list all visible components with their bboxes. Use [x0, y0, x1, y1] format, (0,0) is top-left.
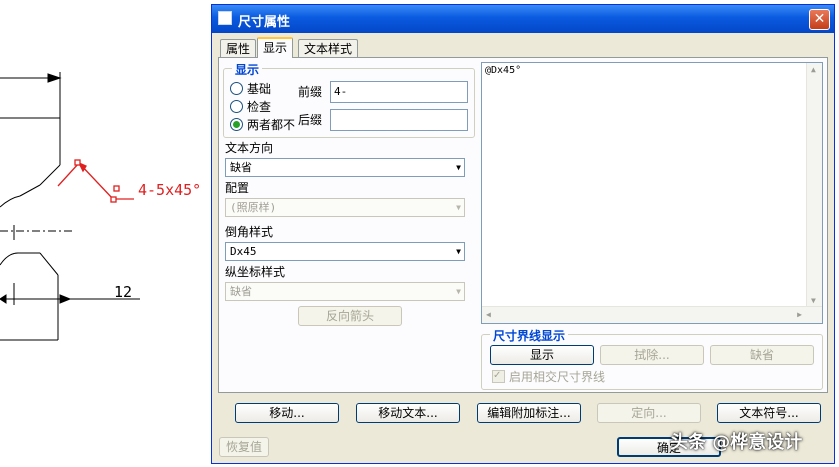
show-witness-button[interactable]: 显示	[490, 345, 594, 365]
edit-attached-note-button[interactable]: 编辑附加标注...	[477, 403, 581, 423]
scroll-up-icon[interactable]: ▲	[811, 65, 816, 74]
radio-neither-button[interactable]	[230, 118, 243, 131]
close-icon: ✕	[813, 11, 826, 27]
display-tab-panel: 显示 基础 检查 两者都不 前缀 4- 后缀 文本方向 缺省 ▼ 配置 (照原样…	[218, 57, 828, 393]
ordinate-style-value: 缺省	[230, 285, 252, 298]
radio-basic[interactable]: 基础	[230, 81, 271, 97]
configuration-select[interactable]: (照原样) ▼	[225, 198, 465, 217]
chamfer-note-text[interactable]: 4-5x45°	[138, 181, 201, 199]
app-window-icon	[218, 11, 232, 25]
default-witness-button[interactable]: 缺省	[710, 345, 814, 365]
radio-neither-label: 两者都不	[247, 118, 296, 132]
cad-drawing-canvas: 4-5x45° 12	[0, 72, 201, 341]
radio-inspect-button[interactable]	[230, 100, 243, 113]
orient-button[interactable]: 定向...	[597, 403, 701, 423]
radio-basic-label: 基础	[247, 82, 272, 96]
scroll-left-icon[interactable]: ◀	[486, 310, 491, 319]
text-symbol-button[interactable]: 文本符号...	[717, 403, 821, 423]
chamfer-style-select[interactable]: Dx45 ▼	[225, 242, 465, 261]
text-direction-label: 文本方向	[225, 141, 274, 155]
dimension-text-editor[interactable]: @Dx45° ▲ ▼ ◀ ▶	[481, 62, 823, 324]
suffix-label: 后缀	[298, 113, 323, 127]
scroll-down-icon[interactable]: ▼	[811, 296, 816, 305]
dimension-value-text[interactable]: 12	[114, 283, 132, 301]
radio-neither[interactable]: 两者都不	[230, 117, 295, 133]
close-button[interactable]: ✕	[809, 9, 830, 30]
intersect-witness-label: 启用相交尺寸界线	[509, 370, 606, 384]
configuration-label: 配置	[225, 181, 250, 195]
watermark-text: 头条 @桦意设计	[670, 432, 803, 453]
text-direction-select[interactable]: 缺省 ▼	[225, 158, 465, 177]
chevron-down-icon: ▼	[456, 163, 461, 172]
radio-inspect[interactable]: 检查	[230, 99, 271, 115]
intersect-witness-checkbox[interactable]	[492, 368, 505, 384]
chamfer-style-value: Dx45	[230, 245, 257, 258]
move-text-button[interactable]: 移动文本...	[356, 403, 460, 423]
text-direction-value: 缺省	[230, 161, 252, 174]
intersect-witness-option[interactable]: 启用相交尺寸界线	[492, 368, 606, 385]
radio-inspect-label: 检查	[247, 100, 272, 114]
ordinate-style-label: 纵坐标样式	[225, 265, 286, 279]
witness-line-group: 尺寸界线显示 显示 拭除... 缺省 启用相交尺寸界线	[481, 327, 823, 390]
dimension-properties-dialog: 尺寸属性 ✕ 属性 显示 文本样式 显示 基础 检查 两者都不 前缀 4- 后缀…	[211, 4, 835, 464]
prefix-label: 前缀	[298, 85, 323, 99]
display-group-legend: 显示	[232, 61, 263, 78]
scroll-right-icon[interactable]: ▶	[797, 310, 802, 319]
chamfer-style-label: 倒角样式	[225, 225, 274, 239]
tab-display[interactable]: 显示	[257, 37, 294, 58]
move-button[interactable]: 移动...	[235, 403, 339, 423]
tab-properties[interactable]: 属性	[220, 39, 257, 57]
prefix-input[interactable]: 4-	[330, 81, 468, 103]
chevron-down-icon: ▼	[456, 203, 461, 212]
reverse-arrow-button[interactable]: 反向箭头	[298, 306, 402, 326]
horizontal-scrollbar[interactable]: ◀ ▶	[482, 306, 822, 323]
ordinate-style-select[interactable]: 缺省 ▼	[225, 282, 465, 301]
vertical-scrollbar[interactable]: ▲ ▼	[806, 63, 822, 307]
witness-line-legend: 尺寸界线显示	[490, 327, 569, 344]
chevron-down-icon: ▼	[456, 247, 461, 256]
suffix-input[interactable]	[330, 109, 468, 131]
configuration-value: (照原样)	[230, 201, 277, 214]
chevron-down-icon: ▼	[456, 287, 461, 296]
display-group: 显示 基础 检查 两者都不 前缀 4- 后缀	[223, 61, 475, 138]
tab-text-style[interactable]: 文本样式	[298, 39, 359, 57]
radio-basic-button[interactable]	[230, 82, 243, 95]
dialog-title: 尺寸属性	[238, 15, 291, 30]
erase-witness-button[interactable]: 拭除...	[600, 345, 704, 365]
dialog-titlebar[interactable]: 尺寸属性 ✕	[212, 5, 834, 33]
dimension-text-value: @Dx45°	[485, 65, 522, 76]
restore-values-button[interactable]: 恢复值	[219, 437, 269, 457]
